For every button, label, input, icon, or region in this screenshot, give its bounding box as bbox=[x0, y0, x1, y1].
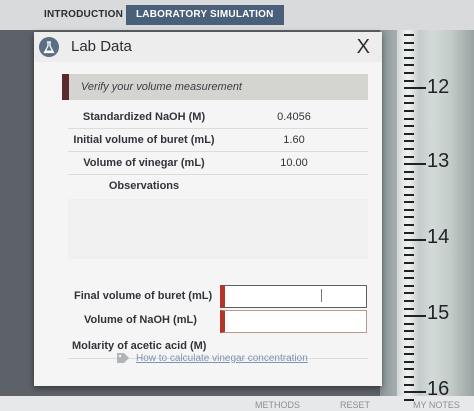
vinegar-concentration-link[interactable]: How to calculate vinegar concentration bbox=[136, 353, 308, 364]
buret-tick bbox=[404, 102, 414, 105]
row-value: 1.60 bbox=[283, 134, 305, 146]
buret-tick bbox=[404, 140, 414, 143]
close-button[interactable]: X bbox=[357, 35, 370, 59]
naoh-volume-label: Volume of NaOH (mL) bbox=[84, 314, 197, 326]
buret-tick bbox=[404, 368, 414, 371]
row-label: Volume of vinegar (mL) bbox=[83, 157, 205, 169]
buret-tick bbox=[404, 163, 426, 166]
buret-tick bbox=[404, 155, 414, 158]
text-cursor bbox=[321, 289, 322, 302]
naoh-volume-input[interactable] bbox=[220, 310, 367, 333]
buret-tick bbox=[404, 41, 414, 44]
buret-tick bbox=[404, 262, 414, 264]
tab-introduction[interactable]: INTRODUCTION bbox=[34, 5, 133, 25]
buret-tick bbox=[404, 193, 414, 196]
final-volume-label: Final volume of buret (mL) bbox=[74, 290, 213, 302]
buret-tick bbox=[404, 330, 414, 333]
row-value: 0.4056 bbox=[277, 111, 311, 123]
buret-tick bbox=[404, 208, 414, 211]
buret-tick bbox=[404, 307, 414, 310]
my-notes-button[interactable]: MY NOTES bbox=[413, 400, 460, 410]
buret-tick bbox=[404, 284, 414, 287]
molarity-label: Molarity of acetic acid (M) bbox=[72, 340, 207, 352]
tab-laboratory-simulation[interactable]: LABORATORY SIMULATION bbox=[126, 5, 284, 25]
buret-tick bbox=[404, 34, 414, 36]
dialog-title: Lab Data bbox=[71, 38, 132, 55]
buret-tick bbox=[404, 170, 414, 173]
buret-tick bbox=[404, 87, 426, 90]
buret-tick bbox=[404, 398, 414, 401]
buret-tick bbox=[404, 300, 414, 302]
table-row: Volume of vinegar (mL) 10.00 bbox=[68, 152, 368, 174]
buret-tick bbox=[404, 338, 414, 340]
dialog-header: Lab Data X bbox=[34, 32, 382, 62]
dialog-body: Verify your volume measurement Standardi… bbox=[34, 62, 382, 386]
buret-tick bbox=[404, 383, 414, 386]
row-value: 10.00 bbox=[280, 157, 308, 169]
reset-button[interactable]: RESET bbox=[340, 400, 370, 410]
lab-data-dialog: Lab Data X Verify your volume measuremen… bbox=[34, 32, 382, 386]
buret-tick bbox=[404, 292, 414, 295]
buret-tick bbox=[404, 246, 414, 249]
final-volume-input[interactable] bbox=[220, 285, 367, 308]
buret-tick bbox=[404, 49, 414, 52]
buret-mark-14: 14 bbox=[427, 226, 450, 248]
flask-icon bbox=[39, 37, 59, 57]
buret-tick bbox=[404, 201, 414, 204]
row-label: Standardized NaOH (M) bbox=[82, 111, 206, 123]
buret-tick bbox=[404, 110, 414, 112]
buret-tick bbox=[404, 315, 426, 318]
buret-tick bbox=[404, 216, 414, 219]
help-link-row: How to calculate vinegar concentration bbox=[116, 352, 308, 364]
buret-tick bbox=[404, 132, 414, 135]
buret-mark-13: 13 bbox=[427, 150, 450, 172]
buret-tick bbox=[404, 345, 414, 348]
verify-banner: Verify your volume measurement bbox=[62, 74, 368, 100]
table-row: Standardized NaOH (M) 0.4056 bbox=[68, 106, 368, 128]
buret-tick bbox=[404, 64, 414, 67]
tag-icon bbox=[117, 353, 129, 363]
buret-tick bbox=[404, 117, 414, 120]
observations-area bbox=[68, 199, 368, 259]
buret-tick bbox=[404, 224, 414, 226]
buret-mark-12: 12 bbox=[427, 76, 450, 98]
buret-mark-15: 15 bbox=[427, 302, 450, 324]
buret-tick bbox=[404, 79, 414, 82]
buret-tick bbox=[404, 178, 414, 181]
buret-tick bbox=[404, 353, 414, 356]
buret-tick bbox=[404, 125, 414, 128]
buret-tick bbox=[404, 239, 426, 242]
buret-tick bbox=[404, 322, 414, 325]
buret-tick bbox=[404, 186, 414, 188]
buret-tick bbox=[404, 94, 414, 97]
buret-tick bbox=[404, 376, 414, 378]
methods-button[interactable]: METHODS bbox=[255, 400, 300, 410]
buret-tick bbox=[404, 148, 414, 150]
buret-tick bbox=[404, 231, 414, 234]
buret-tick bbox=[404, 72, 414, 74]
buret-tick bbox=[404, 254, 414, 257]
buret-tick bbox=[404, 277, 414, 280]
row-label: Initial volume of buret (mL) bbox=[73, 134, 215, 146]
observations-label: Observations bbox=[108, 180, 180, 192]
table-row: Initial volume of buret (mL) 1.60 bbox=[68, 129, 368, 151]
observations-row: Observations bbox=[68, 175, 368, 197]
top-tab-bar: INTRODUCTION LABORATORY SIMULATION bbox=[0, 0, 474, 30]
buret-tick bbox=[404, 391, 426, 394]
bottom-toolbar: METHODS RESET MY NOTES bbox=[0, 396, 474, 411]
buret-tick bbox=[404, 360, 414, 363]
buret-tick bbox=[404, 269, 414, 272]
buret-tick bbox=[404, 56, 414, 59]
